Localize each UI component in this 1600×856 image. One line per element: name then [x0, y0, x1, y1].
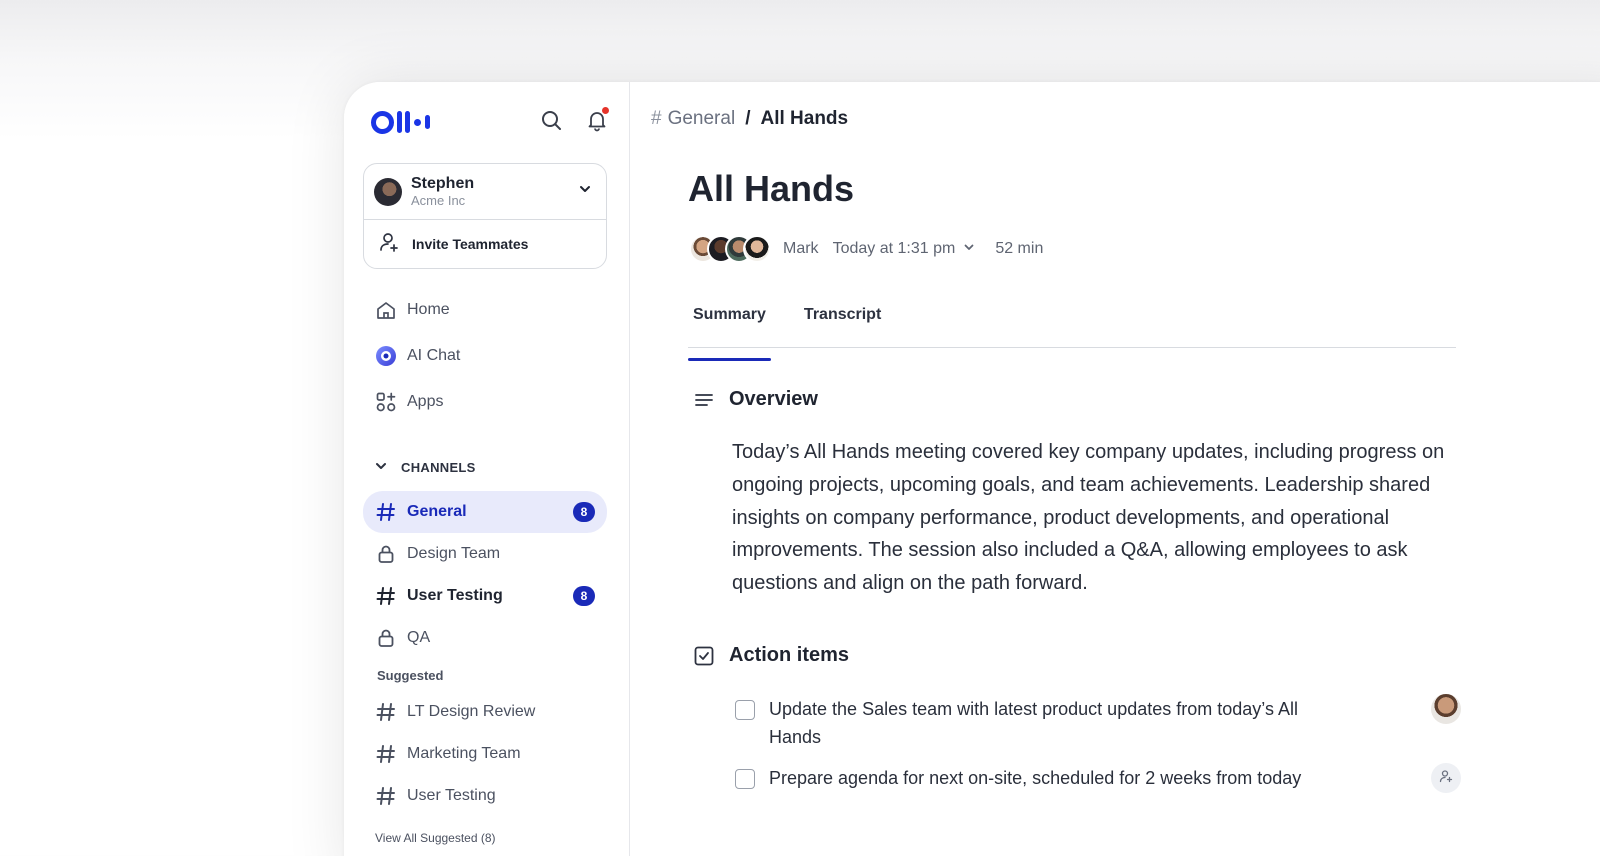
checkbox-checked-icon	[693, 645, 715, 667]
search-icon[interactable]	[539, 108, 563, 132]
account-switcher[interactable]: Stephen Acme Inc	[364, 164, 606, 220]
tab-summary[interactable]: Summary	[688, 296, 771, 361]
add-user-icon	[378, 231, 400, 258]
action-item: Update the Sales team with latest produc…	[735, 694, 1461, 751]
breadcrumb: # General / All Hands	[651, 108, 848, 130]
add-user-icon	[1439, 769, 1453, 788]
hash-icon	[375, 785, 397, 807]
text-lines-icon	[693, 389, 715, 411]
channel-label: User Testing	[407, 787, 496, 804]
action-item-checkbox[interactable]	[735, 700, 755, 720]
account-name: Stephen	[411, 175, 475, 192]
main-content: # General / All Hands All Hands Mark Tod…	[631, 82, 1600, 856]
meeting-meta: Mark Today at 1:31 pm 52 min	[689, 234, 1043, 264]
breadcrumb-current: All Hands	[760, 108, 849, 129]
channel-label: General	[407, 503, 467, 520]
app-window: Stephen Acme Inc Invite Teammates Home A…	[344, 82, 1600, 856]
suggested-heading: Suggested	[377, 667, 444, 683]
channel-label: LT Design Review	[407, 703, 536, 720]
chevron-down-icon	[955, 240, 975, 258]
chevron-down-icon	[578, 182, 592, 201]
breadcrumb-channel-link[interactable]: General	[668, 108, 736, 130]
overview-heading: Overview	[693, 388, 818, 411]
hash-icon	[375, 501, 397, 523]
content-tabs: Summary Transcript	[688, 296, 1456, 361]
apps-icon	[375, 391, 397, 413]
channels-toggle[interactable]: CHANNELS	[363, 452, 607, 482]
action-items-heading-text: Action items	[729, 644, 850, 666]
suggested-lt-design-review[interactable]: LT Design Review	[363, 691, 607, 733]
participant-avatars[interactable]	[689, 235, 771, 263]
channel-label: User Testing	[407, 587, 503, 604]
assign-user-button[interactable]	[1431, 763, 1461, 793]
channel-label: Design Team	[407, 545, 501, 562]
hash-icon	[375, 585, 397, 607]
action-items-heading: Action items	[693, 644, 849, 667]
overview-heading-text: Overview	[729, 388, 818, 410]
assignee-avatar[interactable]	[1431, 694, 1461, 724]
nav-label: AI Chat	[407, 347, 461, 364]
view-all-suggested-link[interactable]: View All Suggested (8)	[363, 831, 607, 845]
account-card: Stephen Acme Inc Invite Teammates	[363, 163, 607, 269]
channel-label: Marketing Team	[407, 745, 521, 762]
channel-user-testing[interactable]: User Testing 8	[363, 575, 607, 617]
meeting-date-dropdown[interactable]: Today at 1:31 pm	[833, 240, 976, 258]
account-org: Acme Inc	[411, 193, 466, 208]
channel-design-team[interactable]: Design Team	[363, 533, 607, 575]
action-item: Prepare agenda for next on-site, schedul…	[735, 763, 1461, 793]
page-title: All Hands	[688, 168, 855, 209]
sidebar: Stephen Acme Inc Invite Teammates Home A…	[344, 82, 630, 856]
otter-logo[interactable]	[371, 110, 430, 134]
suggested-user-testing[interactable]: User Testing	[363, 775, 607, 817]
avatar	[374, 177, 402, 206]
meeting-date: Today at 1:31 pm	[832, 240, 956, 257]
channels-heading: CHANNELS	[401, 459, 476, 475]
nav-item-ai-chat[interactable]: AI Chat	[363, 335, 607, 377]
unread-badge: 8	[573, 586, 595, 606]
bell-icon[interactable]	[585, 107, 609, 132]
suggested-marketing-team[interactable]: Marketing Team	[363, 733, 607, 775]
nav-item-home[interactable]: Home	[363, 289, 607, 331]
main-nav: Home AI Chat Apps	[363, 289, 607, 423]
action-item-text: Update the Sales team with latest produc…	[769, 699, 1298, 747]
invite-label: Invite Teammates	[412, 236, 529, 252]
home-icon	[375, 299, 397, 321]
lock-icon	[375, 627, 397, 649]
lock-icon	[375, 543, 397, 565]
channel-qa[interactable]: QA	[363, 617, 607, 659]
notification-dot	[602, 107, 609, 114]
invite-teammates-button[interactable]: Invite Teammates	[364, 220, 606, 268]
hash-icon	[375, 743, 397, 765]
hash-icon	[375, 701, 397, 723]
channel-general[interactable]: General 8	[363, 491, 607, 533]
channels-section: CHANNELS General 8 Design Team User Test…	[363, 452, 607, 845]
ai-chat-icon	[375, 345, 397, 367]
overview-text: Today’s All Hands meeting covered key co…	[732, 441, 1445, 595]
channel-label: QA	[407, 629, 431, 646]
nav-item-apps[interactable]: Apps	[363, 381, 607, 423]
hash-icon: #	[651, 108, 662, 129]
breadcrumb-separator: /	[745, 108, 751, 129]
nav-label: Apps	[407, 393, 444, 410]
unread-badge: 8	[573, 502, 595, 522]
action-item-checkbox[interactable]	[735, 769, 755, 789]
action-item-text: Prepare agenda for next on-site, schedul…	[769, 768, 1302, 788]
avatar	[743, 235, 771, 263]
meeting-duration: 52 min	[995, 240, 1044, 257]
meeting-owner[interactable]: Mark	[783, 240, 819, 258]
tab-transcript[interactable]: Transcript	[799, 296, 886, 347]
nav-label: Home	[407, 301, 450, 318]
chevron-down-icon	[375, 460, 387, 475]
